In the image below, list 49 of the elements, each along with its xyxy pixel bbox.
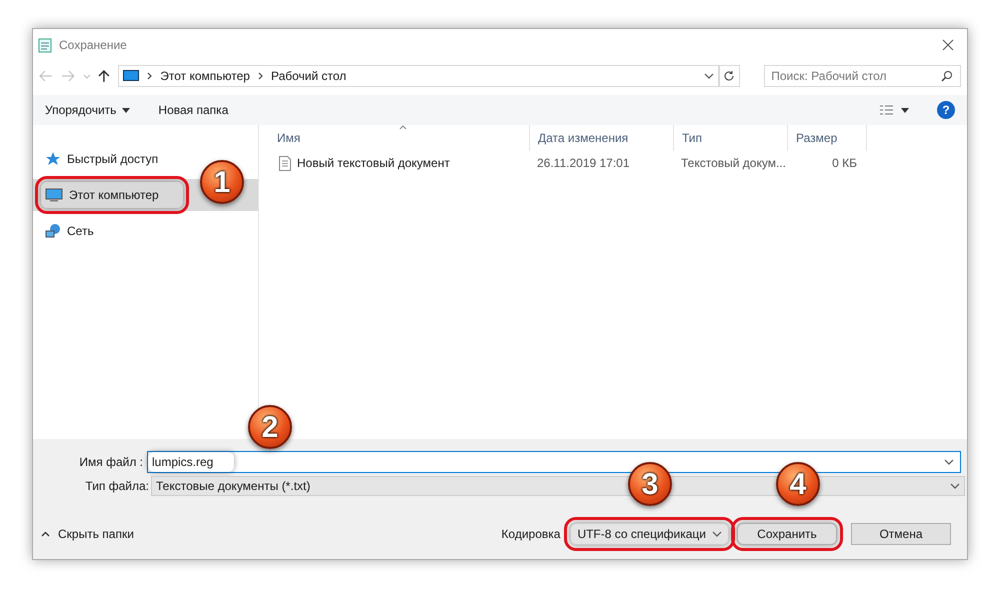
search-field[interactable]: Поиск: Рабочий стол	[764, 65, 962, 87]
breadcrumb-item[interactable]: Этот компьютер	[160, 67, 250, 85]
file-name-field[interactable]: lumpics.reg	[147, 451, 961, 473]
column-header[interactable]: Размер	[787, 125, 867, 151]
computer-icon	[123, 70, 140, 82]
chevron-down-icon	[944, 459, 954, 465]
address-bar[interactable]: Этот компьютер Рабочий стол	[118, 65, 719, 87]
computer-icon	[45, 188, 63, 202]
table-cell-text: 0 КБ	[831, 155, 858, 172]
dialog-button[interactable]: Отмена	[851, 523, 951, 545]
details-view-icon	[879, 104, 895, 116]
column-header[interactable]: Дата изменения	[529, 125, 673, 151]
close-icon	[942, 39, 954, 51]
caret-down-icon	[122, 108, 130, 112]
chevron-up-icon	[41, 531, 50, 537]
organize-menu-button[interactable]: Упорядочить	[45, 101, 130, 119]
encoding-label: Кодировка	[501, 526, 560, 543]
sort-caret-icon	[399, 125, 407, 130]
document-icon	[279, 156, 291, 170]
window-title: Сохранение	[59, 37, 128, 54]
table-cell-text: 26.11.2019 17:01	[536, 155, 631, 172]
up-arrow-icon[interactable]	[98, 69, 110, 83]
new-folder-button[interactable]: Новая папка	[158, 101, 228, 119]
column-header[interactable]: Имя	[259, 125, 529, 151]
breadcrumb-separator-icon	[258, 72, 263, 80]
network-icon	[45, 223, 61, 239]
chevron-down-icon	[712, 531, 722, 537]
column-header[interactable]: Тип	[673, 125, 787, 151]
notepad-icon	[37, 37, 53, 53]
table-cell-text: Текстовый докум...	[680, 155, 787, 172]
file-name-label: Имя файл :	[78, 454, 144, 471]
sidebar-item[interactable]: Сеть	[41, 218, 98, 244]
search-icon	[941, 70, 954, 82]
star-icon	[45, 151, 61, 167]
help-button[interactable]: ?	[937, 101, 955, 119]
refresh-icon	[723, 70, 736, 82]
refresh-button[interactable]	[718, 65, 740, 87]
file-name-input[interactable]: lumpics.reg	[148, 452, 234, 472]
breadcrumb-separator-icon	[147, 72, 152, 80]
address-dropdown-icon	[704, 73, 714, 79]
hide-folders-button[interactable]: Скрыть папки	[41, 525, 134, 543]
sidebar-item[interactable]: Этот компьютер	[41, 182, 183, 208]
chevron-down-icon	[950, 483, 960, 489]
file-type-label: Тип файла:	[84, 478, 150, 495]
breadcrumb-item[interactable]: Рабочий стол	[270, 67, 346, 85]
view-options-button[interactable]	[879, 104, 909, 116]
sidebar-item[interactable]: Быстрый доступ	[41, 146, 162, 172]
caret-down-icon	[901, 108, 909, 112]
file-name-cell[interactable]: Новый текстовый документ	[297, 154, 450, 172]
